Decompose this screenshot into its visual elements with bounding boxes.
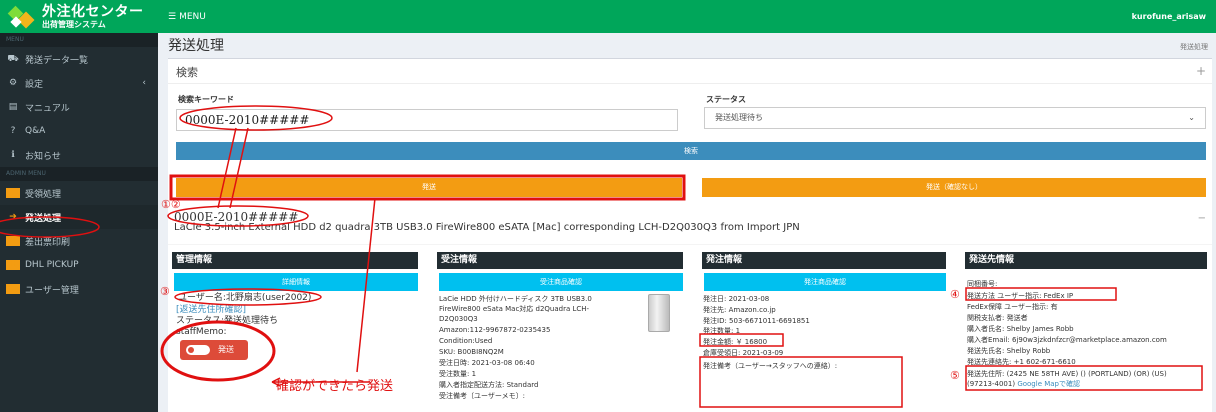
truck-icon: ⛟	[7, 53, 19, 64]
dest-line: 発送先連絡先: +1 602-671-6610	[967, 358, 1076, 366]
arrow-right-icon: ➔	[9, 212, 17, 222]
dest-line: 購入者Email: 6j90w3jzkdnfzcr@marketplace.am…	[967, 336, 1167, 344]
detail-button[interactable]: 詳細情報	[174, 273, 418, 291]
dest-line: 発送先氏名: Shelby Robb	[967, 347, 1051, 355]
mgmt-user: ユーザー名:北野扇志(user2002)	[178, 293, 312, 303]
hasso-line: 倉庫受領日: 2021-03-09	[703, 349, 784, 357]
juchu-line: 受注備考〔ユーザーメモ〕:	[439, 392, 525, 400]
dest-line: FedEx保障 ユーザー指示: 有	[967, 303, 1058, 311]
hasso-amount: 発注金額: ￥ 16800	[703, 338, 768, 346]
sidebar-item-qa[interactable]: ? Q&A	[0, 119, 158, 143]
gear-icon: ⚙	[8, 78, 18, 88]
staff-memo: staffMemo:	[176, 327, 227, 337]
sidebar-item-label-print[interactable]: ⎙ 差出票印刷	[0, 229, 158, 253]
logo-icon	[7, 5, 36, 29]
juchu-header: 受注情報	[437, 252, 683, 269]
annotation-1-2: ①②	[161, 198, 181, 211]
purchase-item-check-button[interactable]: 発注商品確認	[704, 273, 946, 291]
expand-icon[interactable]: +	[1196, 64, 1206, 78]
dest-line: 購入者氏名: Shelby James Robb	[967, 325, 1074, 333]
sidebar-item-news[interactable]: ℹ お知らせ	[0, 143, 158, 167]
logo-title: 外注化センター	[42, 3, 144, 20]
book-icon: ▤	[8, 102, 18, 112]
divider	[168, 244, 1212, 245]
hand-icon: ☛	[6, 188, 20, 198]
juchu-line: Condition:Used	[439, 337, 493, 345]
product-image	[648, 294, 670, 332]
sidebar-section-menu: MENU	[0, 33, 158, 47]
juchu-line: 受注数量: 1	[439, 370, 477, 378]
annotation-3: ③	[160, 285, 170, 298]
juchu-line: LaCie HDD 外付けハードディスク 3TB USB3.0	[439, 295, 592, 303]
status-select[interactable]: 発送処理待ち ⌄	[704, 107, 1206, 129]
chevron-left-icon: ‹	[142, 78, 146, 88]
dest-shipping-method: 発送方法 ユーザー指示: FedEx IP	[967, 292, 1074, 300]
sidebar-item-manual[interactable]: ▤ マニュアル	[0, 95, 158, 119]
juchu-line: Amazon:112-9967872-0235435	[439, 326, 551, 334]
sidebar-item-settings[interactable]: ⚙ 設定 ‹	[0, 71, 158, 95]
divider	[168, 83, 1212, 84]
user-icon: ●	[6, 284, 20, 294]
toggle-switch-icon	[186, 345, 210, 355]
sidebar-item-dhl-pickup[interactable]: ⎙ DHL PICKUP	[0, 253, 158, 277]
hasso-line: 発注日: 2021-03-08	[703, 295, 770, 303]
hasso-line: 発注数量: 1	[703, 327, 741, 335]
collapse-icon[interactable]: −	[1198, 213, 1206, 224]
hasso-line: 発注先: Amazon.co.jp	[703, 306, 776, 314]
mgmt-header: 管理情報	[172, 252, 418, 269]
annotation-note: 確認ができたら発送	[276, 379, 394, 394]
print-icon: ⎙	[6, 260, 20, 270]
sidebar: MENU ⛟ 発送データ一覧 ⚙ 設定 ‹ ▤ マニュアル ? Q&A ℹ お知らせ ADM…	[0, 33, 158, 412]
juchu-line: FireWire800 eSata Mac対応 d2Quadra LCH-	[439, 305, 590, 313]
user-menu[interactable]: kurofune_arisaw	[1132, 12, 1206, 21]
dest-header: 発送先情報	[965, 252, 1207, 269]
breadcrumb[interactable]: 発送処理	[1180, 42, 1208, 52]
annotation-5: ⑤	[950, 369, 960, 382]
dest-address: 発送先住所: (2425 NE 58TH AVE) () (PORTLAND) …	[967, 370, 1167, 378]
juchu-line: D2Q030Q3	[439, 315, 478, 323]
menu-toggle-button[interactable]: ☰ MENU	[168, 12, 206, 22]
keyword-input[interactable]: 0000E-2010#####	[176, 109, 678, 131]
print-icon: ⎙	[6, 236, 20, 246]
sidebar-section-admin: ADMIN MENU	[0, 167, 158, 181]
juchu-line: 受注日時: 2021-03-08 06:40	[439, 359, 535, 367]
sidebar-item-shipping-list[interactable]: ⛟ 発送データ一覧	[0, 47, 158, 71]
dest-zip-line: (97213-4001) Google Mapで確認	[967, 380, 1080, 388]
question-icon: ?	[10, 126, 16, 136]
sidebar-item-shipping[interactable]: ➔ 発送処理	[0, 205, 158, 229]
ship-button[interactable]: 発送	[176, 178, 682, 197]
status-label: ステータス	[706, 95, 746, 104]
top-navbar: ☰ MENU kurofune_arisaw	[158, 0, 1216, 33]
hasso-memo: 発注備考（ユーザー→スタッフへの連絡）:	[703, 362, 838, 370]
keyword-label: 検索キーワード	[178, 95, 234, 104]
dest-line: 同梱番号:	[967, 280, 998, 288]
ship-toggle-button[interactable]: 発送	[180, 340, 248, 360]
juchu-line: 購入者指定配送方法: Standard	[439, 381, 539, 389]
google-map-link[interactable]: Google Mapで確認	[1017, 380, 1080, 388]
search-panel-header: 検索	[176, 66, 198, 79]
dest-line: 関税支払者: 発送者	[967, 314, 1028, 322]
hasso-line: 発注ID: 503-6671011-6691851	[703, 317, 810, 325]
chevron-down-icon: ⌄	[1188, 113, 1195, 122]
info-icon: ℹ	[11, 150, 15, 160]
sidebar-item-user-admin[interactable]: ● ユーザー管理	[0, 277, 158, 301]
hamburger-icon: ☰	[168, 11, 177, 22]
annotation-4: ④	[950, 288, 960, 301]
search-button[interactable]: 検索	[176, 142, 1206, 160]
sidebar-item-receipt[interactable]: ☛ 受領処理	[0, 181, 158, 205]
ship-no-confirm-button[interactable]: 発送（確認なし）	[702, 178, 1206, 197]
logo[interactable]: 外注化センター 出荷管理システム	[0, 0, 158, 33]
logo-subtitle: 出荷管理システム	[42, 19, 106, 29]
hasso-header: 発注情報	[702, 252, 946, 269]
juchu-line: SKU: B00BI8NQ2M	[439, 348, 504, 356]
product-title: LaCie 3.5-inch External HDD d2 quadra 3T…	[174, 222, 800, 233]
order-item-check-button[interactable]: 受注商品確認	[439, 273, 683, 291]
page-title: 発送処理	[168, 38, 224, 54]
